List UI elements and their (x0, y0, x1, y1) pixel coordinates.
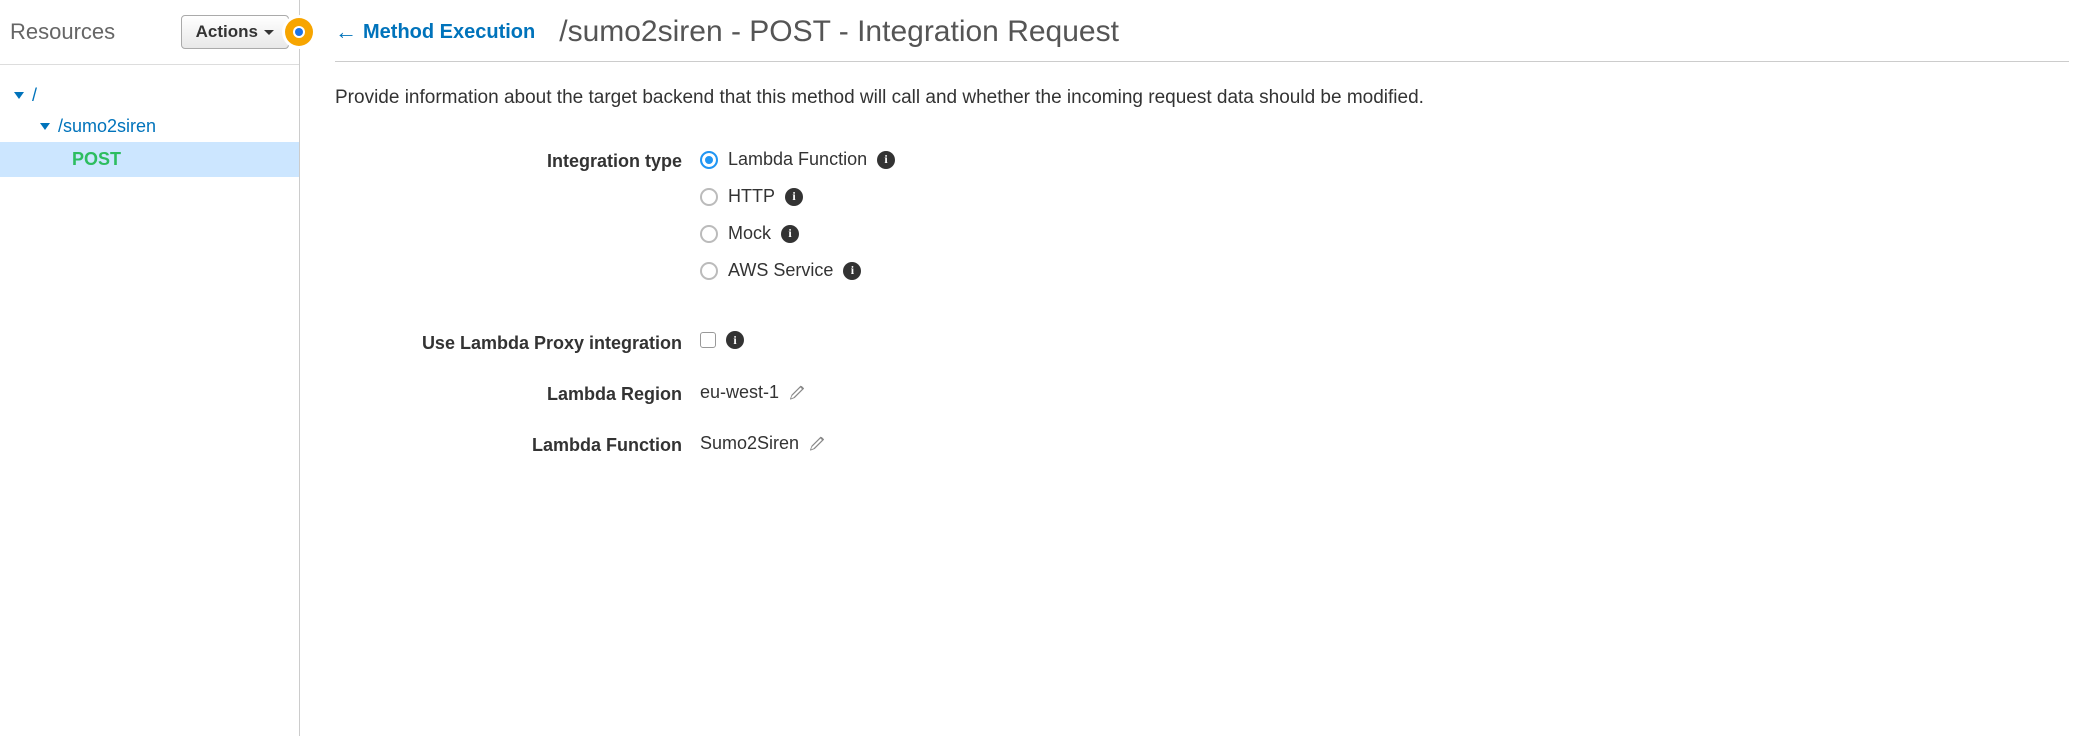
radio-option-http[interactable]: HTTP i (700, 186, 895, 207)
label-integration-type: Integration type (335, 149, 700, 172)
back-link-label: Method Execution (363, 21, 535, 44)
label-lambda-function: Lambda Function (335, 433, 700, 456)
main-header: ← Method Execution /sumo2siren - POST - … (335, 15, 2069, 62)
tree-item-label: POST (72, 149, 121, 170)
integration-type-options: Lambda Function i HTTP i Mock i AWS Serv… (700, 149, 895, 281)
pencil-icon[interactable] (789, 385, 805, 401)
row-integration-type: Integration type Lambda Function i HTTP … (335, 149, 2069, 281)
tree-item-label: /sumo2siren (58, 116, 156, 137)
resources-title: Resources (10, 19, 115, 45)
tree-item-resource[interactable]: /sumo2siren (0, 111, 299, 142)
actions-button-label: Actions (196, 22, 258, 42)
value-lambda-function: Sumo2Siren (700, 433, 825, 454)
caret-down-icon (14, 92, 24, 99)
back-link[interactable]: ← Method Execution (335, 19, 535, 45)
pencil-icon[interactable] (809, 436, 825, 452)
proxy-value: i (700, 331, 744, 349)
info-icon[interactable]: i (785, 188, 803, 206)
proxy-checkbox[interactable] (700, 332, 716, 348)
sidebar-header: Resources Actions (0, 10, 299, 65)
main-content: ← Method Execution /sumo2siren - POST - … (300, 0, 2099, 736)
label-proxy: Use Lambda Proxy integration (335, 331, 700, 354)
caret-down-icon (40, 123, 50, 130)
radio-label: AWS Service (728, 260, 833, 281)
resource-tree: / /sumo2siren POST (0, 65, 299, 177)
radio-icon (700, 188, 718, 206)
row-proxy: Use Lambda Proxy integration i (335, 331, 2069, 354)
page-description: Provide information about the target bac… (335, 87, 2069, 109)
radio-option-aws[interactable]: AWS Service i (700, 260, 895, 281)
radio-icon (700, 262, 718, 280)
sidebar: Resources Actions / /sumo2siren POST (0, 0, 300, 736)
info-icon[interactable]: i (726, 331, 744, 349)
row-lambda-function: Lambda Function Sumo2Siren (335, 433, 2069, 456)
lambda-function-text: Sumo2Siren (700, 433, 799, 454)
tree-item-root[interactable]: / (0, 80, 299, 111)
info-icon[interactable]: i (877, 151, 895, 169)
radio-label: Lambda Function (728, 149, 867, 170)
radio-label: Mock (728, 223, 771, 244)
page-title: /sumo2siren - POST - Integration Request (559, 15, 1119, 49)
label-lambda-region: Lambda Region (335, 382, 700, 405)
lambda-region-text: eu-west-1 (700, 382, 779, 403)
radio-option-mock[interactable]: Mock i (700, 223, 895, 244)
radio-icon (700, 225, 718, 243)
info-icon[interactable]: i (843, 262, 861, 280)
radio-label: HTTP (728, 186, 775, 207)
hint-indicator-icon[interactable] (285, 18, 313, 46)
radio-option-lambda[interactable]: Lambda Function i (700, 149, 895, 170)
tree-item-method[interactable]: POST (0, 142, 299, 177)
actions-button[interactable]: Actions (181, 15, 289, 49)
value-lambda-region: eu-west-1 (700, 382, 805, 403)
radio-icon (700, 151, 718, 169)
tree-item-label: / (32, 85, 37, 106)
info-icon[interactable]: i (781, 225, 799, 243)
arrow-left-icon: ← (335, 19, 357, 45)
row-lambda-region: Lambda Region eu-west-1 (335, 382, 2069, 405)
chevron-down-icon (264, 30, 274, 35)
